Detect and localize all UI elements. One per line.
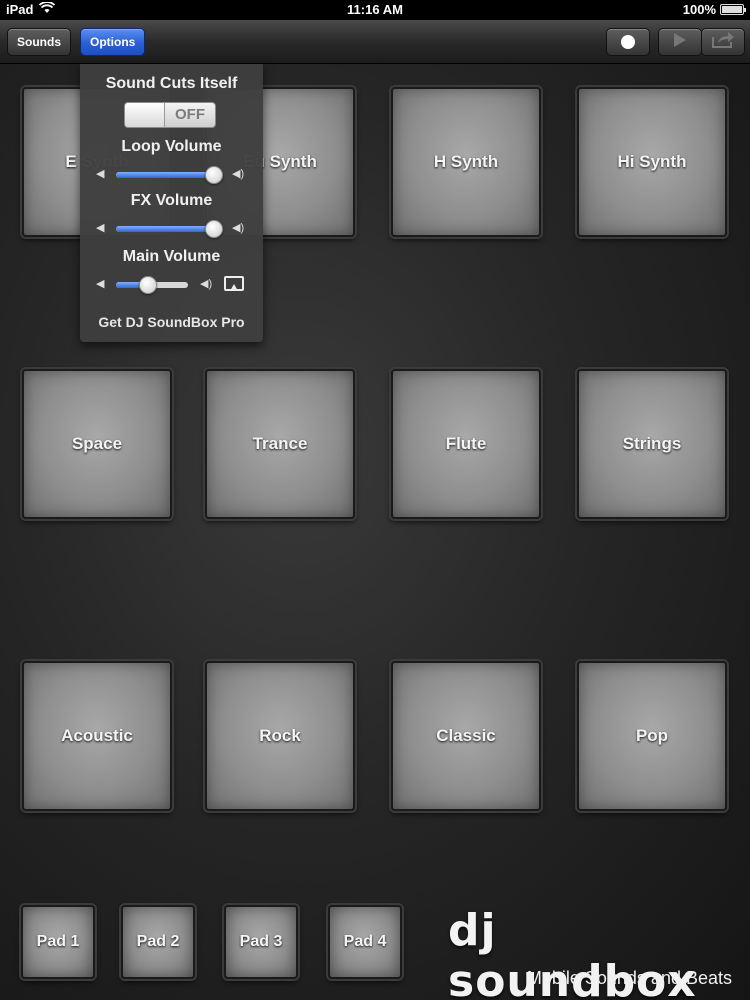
- pad-label: Pad 2: [136, 933, 180, 950]
- slider-thumb[interactable]: [204, 220, 223, 238]
- battery-icon: [720, 4, 746, 15]
- slider-track: [116, 166, 223, 184]
- toggle-knob: [125, 103, 165, 127]
- pad-classic[interactable]: Classic: [391, 661, 541, 811]
- slider-thumb[interactable]: [139, 276, 158, 294]
- battery-percent: 100%: [682, 2, 716, 17]
- pad-label: Rock: [259, 726, 301, 745]
- pad-label: Flute: [445, 434, 487, 453]
- volume-high-icon: ◀): [232, 168, 245, 180]
- pad-hi-synth[interactable]: Hi Synth: [577, 87, 727, 237]
- volume-high-icon: ◀): [200, 278, 213, 290]
- toolbar: Sounds Options: [0, 20, 750, 64]
- pad-label: Acoustic: [61, 726, 133, 745]
- pad-flute[interactable]: Flute: [391, 369, 541, 519]
- pad-pop[interactable]: Pop: [577, 661, 727, 811]
- airplay-icon[interactable]: [224, 276, 244, 291]
- volume-low-icon: ◀: [96, 222, 105, 234]
- slider-thumb[interactable]: [204, 166, 223, 184]
- slider-track: [116, 276, 188, 294]
- small-pad-3[interactable]: Pad 3: [224, 905, 298, 979]
- pad-trance[interactable]: Trance: [205, 369, 355, 519]
- pad-label: Strings: [622, 434, 682, 453]
- pad-strings[interactable]: Strings: [577, 369, 727, 519]
- pad-acoustic[interactable]: Acoustic: [22, 661, 172, 811]
- record-button[interactable]: [606, 28, 650, 56]
- small-pad-2[interactable]: Pad 2: [121, 905, 195, 979]
- tagline: Mobile Sounds and Beats: [526, 968, 732, 988]
- share-button[interactable]: [701, 28, 745, 56]
- pad-label: Hi Synth: [617, 152, 687, 171]
- pad-label: Trance: [252, 434, 308, 453]
- pad-rock[interactable]: Rock: [205, 661, 355, 811]
- loop-volume-slider[interactable]: ◀ ◀): [94, 165, 249, 185]
- fx-volume-label: FX Volume: [130, 192, 213, 209]
- slider-fill: [116, 226, 214, 232]
- pad-h-synth[interactable]: H Synth: [391, 87, 541, 237]
- slider-track: [116, 220, 223, 238]
- pad-label: Classic: [436, 726, 496, 745]
- status-bar: iPad 11:16 AM 100%: [0, 0, 750, 20]
- small-pad-4[interactable]: Pad 4: [328, 905, 402, 979]
- sounds-button[interactable]: Sounds: [7, 28, 71, 56]
- volume-high-icon: ◀): [232, 222, 245, 234]
- pad-label: H Synth: [433, 152, 499, 171]
- record-icon: [621, 35, 635, 49]
- get-pro-link[interactable]: Get DJ SoundBox Pro: [80, 314, 263, 330]
- small-pad-1[interactable]: Pad 1: [21, 905, 95, 979]
- options-popover: Sound Cuts Itself OFF Loop Volume ◀ ◀) F…: [80, 64, 263, 342]
- loop-volume-label: Loop Volume: [121, 138, 222, 155]
- pad-label: Space: [71, 434, 123, 453]
- volume-low-icon: ◀: [96, 168, 105, 180]
- share-icon: [711, 31, 735, 54]
- options-button[interactable]: Options: [80, 28, 146, 56]
- play-button[interactable]: [658, 28, 702, 56]
- toggle-state: OFF: [175, 106, 205, 123]
- fx-volume-slider[interactable]: ◀ ◀): [94, 219, 249, 239]
- main-volume-label: Main Volume: [122, 248, 221, 265]
- pad-space[interactable]: Space: [22, 369, 172, 519]
- play-icon: [673, 32, 687, 53]
- slider-fill: [116, 172, 214, 178]
- pad-label: Pop: [635, 726, 669, 745]
- sound-cuts-label: Sound Cuts Itself: [105, 75, 238, 92]
- pad-label: Pad 1: [36, 933, 80, 950]
- main-volume-slider[interactable]: ◀ ◀): [94, 275, 244, 295]
- sound-cuts-toggle[interactable]: OFF: [124, 102, 216, 128]
- clock: 11:16 AM: [347, 2, 403, 17]
- volume-low-icon: ◀: [96, 278, 105, 290]
- pad-label: Pad 4: [343, 933, 387, 950]
- pad-label: Pad 3: [239, 933, 283, 950]
